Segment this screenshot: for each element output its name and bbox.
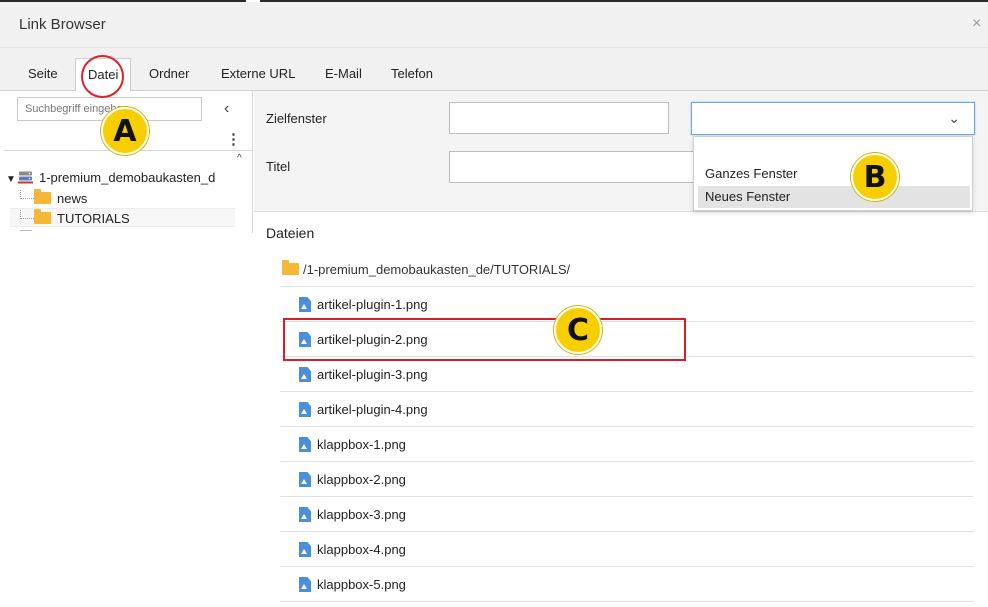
tree-item-tutorials[interactable]: TUTORIALS — [10, 208, 235, 227]
folder-path-row: /1-premium_demobaukasten_de/TUTORIALS/ — [280, 252, 974, 287]
top-border-gap — [246, 0, 260, 2]
file-row[interactable]: klappbox-2.png — [280, 462, 974, 497]
image-file-icon — [299, 402, 311, 417]
tab-ordner[interactable]: Ordner — [137, 58, 201, 91]
target-dropdown: Ganzes Fenster Neues Fenster — [693, 136, 973, 211]
file-row[interactable]: artikel-plugin-4.png — [280, 392, 974, 427]
modal-header: Link Browser × — [0, 0, 988, 48]
title-label: Titel — [266, 159, 291, 174]
tree-item-label: news — [57, 191, 88, 206]
target-input[interactable] — [449, 102, 669, 134]
file-row[interactable]: klappbox-5.png — [280, 567, 974, 602]
image-file-icon — [299, 542, 311, 557]
close-icon[interactable]: × — [972, 15, 981, 33]
tree-root-label: 1-premium_demobaukasten_d — [39, 170, 216, 185]
tree-root-storage[interactable]: ▼ 1-premium_demobaukasten_d — [6, 169, 215, 187]
tab-email[interactable]: E-Mail — [313, 58, 374, 91]
files-heading: Dateien — [266, 225, 315, 241]
title-input[interactable] — [449, 151, 699, 183]
file-name: klappbox-3.png — [317, 507, 406, 522]
annotation-ring — [81, 55, 124, 98]
top-border — [0, 0, 988, 2]
image-file-icon — [299, 577, 311, 592]
file-row[interactable]: klappbox-3.png — [280, 497, 974, 532]
image-file-icon — [299, 472, 311, 487]
folder-icon — [34, 189, 51, 204]
chevron-down-icon: ⌄ — [948, 110, 960, 126]
tree-item-label: TUTORIALS — [57, 211, 130, 226]
tab-telefon[interactable]: Telefon — [379, 58, 445, 91]
folder-icon — [34, 209, 51, 224]
file-name: artikel-plugin-4.png — [317, 402, 428, 417]
target-select[interactable]: ⌄ — [691, 102, 975, 135]
file-name: klappbox-2.png — [317, 472, 406, 487]
file-name: klappbox-1.png — [317, 437, 406, 452]
server-icon — [18, 171, 33, 184]
image-file-icon — [299, 507, 311, 522]
file-name: klappbox-5.png — [317, 577, 406, 592]
file-name: artikel-plugin-3.png — [317, 367, 428, 382]
tab-externe-url[interactable]: Externe URL — [209, 58, 307, 91]
file-row[interactable]: klappbox-1.png — [280, 427, 974, 462]
tree-item-news[interactable]: news — [10, 189, 235, 208]
modal-title: Link Browser — [19, 16, 106, 33]
annotation-marker-b: B — [851, 153, 899, 201]
file-name: artikel-plugin-1.png — [317, 297, 428, 312]
image-file-icon — [299, 367, 311, 382]
expand-triangle-icon[interactable]: ▼ — [6, 171, 18, 189]
scroll-up-icon[interactable]: ^ — [237, 153, 242, 164]
image-file-icon — [299, 437, 311, 452]
collapse-sidebar-icon[interactable]: ‹ — [224, 100, 229, 118]
tab-seite[interactable]: Seite — [16, 58, 70, 91]
file-name: klappbox-4.png — [317, 542, 406, 557]
file-row[interactable]: artikel-plugin-3.png — [280, 357, 974, 392]
folder-path: /1-premium_demobaukasten_de/TUTORIALS/ — [303, 262, 571, 277]
option-neues-fenster[interactable]: Neues Fenster — [698, 186, 970, 208]
image-file-icon — [299, 297, 311, 312]
tab-bar: Seite Datei Ordner Externe URL E-Mail Te… — [0, 48, 988, 92]
annotation-highlight-box — [283, 318, 686, 361]
file-row[interactable]: klappbox-4.png — [280, 532, 974, 567]
annotation-marker-a: A — [101, 107, 149, 155]
file-row[interactable]: artikel-plugin-1.png — [280, 287, 974, 322]
option-ganzes-fenster[interactable]: Ganzes Fenster — [698, 163, 970, 185]
tree-more-indicator — [20, 230, 32, 233]
folder-icon — [282, 260, 299, 275]
annotation-marker-c: C — [554, 306, 602, 354]
tree-menu-icon[interactable]: ⋮ — [226, 130, 241, 148]
target-label: Zielfenster — [266, 111, 327, 126]
